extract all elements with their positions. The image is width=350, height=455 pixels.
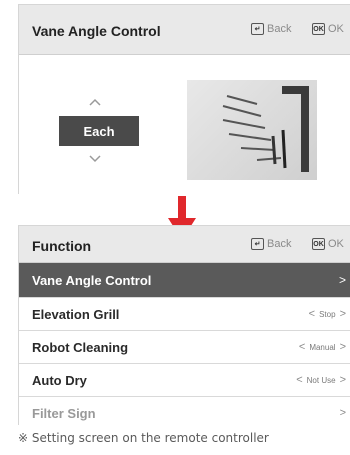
function-menu-list: Vane Angle Control > Elevation Grill < S… (19, 263, 350, 425)
menu-item-value: Stop (319, 309, 336, 319)
chevron-left-icon[interactable]: < (309, 308, 315, 320)
chevron-right-icon[interactable]: > (340, 308, 346, 320)
menu-item-value-group: < Not Use > (296, 374, 346, 386)
footnote-caption: ※ Setting screen on the remote controlle… (18, 431, 269, 445)
chevron-right-icon[interactable]: > (340, 374, 346, 386)
ok-label: OK (328, 23, 344, 35)
menu-item-label: Vane Angle Control (32, 272, 152, 288)
menu-item-auto-dry[interactable]: Auto Dry < Not Use > (19, 364, 350, 397)
menu-item-label: Elevation Grill (32, 306, 120, 322)
menu-item-label: Robot Cleaning (32, 339, 129, 355)
menu-item-value-group: < Manual > (299, 341, 346, 353)
chevron-right-icon: > (338, 273, 346, 287)
back-key-icon: ↵ (251, 23, 264, 35)
menu-item-robot-cleaning[interactable]: Robot Cleaning < Manual > (19, 331, 350, 364)
menu-item-value: Not Use (306, 375, 336, 385)
ok-label: OK (328, 238, 344, 250)
screen-header: Function ↵ Back OK OK (19, 226, 350, 263)
vane-selector[interactable]: Each (59, 116, 139, 146)
chevron-left-icon[interactable]: < (299, 341, 305, 353)
vane-angle-control-screen: Vane Angle Control ↵ Back OK OK Each (18, 4, 350, 194)
screen-header: Vane Angle Control ↵ Back OK OK (19, 5, 350, 55)
screen-title: Function (32, 238, 92, 254)
menu-item-value-group: > (340, 407, 346, 419)
ok-button[interactable]: OK OK (312, 238, 344, 250)
back-button[interactable]: ↵ Back (251, 23, 291, 35)
chevron-left-icon[interactable]: < (296, 374, 302, 386)
vane-illustration (187, 80, 317, 180)
menu-item-value: Manual (309, 342, 336, 352)
menu-item-value-group: < Stop > (309, 308, 346, 320)
function-menu-screen: Function ↵ Back OK OK Vane Angle Control… (18, 225, 350, 425)
screen-title: Vane Angle Control (32, 23, 161, 39)
back-label: Back (267, 238, 292, 250)
chevron-right-icon[interactable]: > (340, 407, 346, 419)
back-label: Back (267, 23, 292, 35)
ok-button[interactable]: OK OK (312, 23, 344, 35)
menu-item-label: Filter Sign (32, 405, 96, 421)
menu-item-vane-angle-control[interactable]: Vane Angle Control > (19, 263, 350, 298)
chevron-right-icon[interactable]: > (340, 341, 346, 353)
back-key-icon: ↵ (251, 238, 264, 250)
chevron-down-icon[interactable] (89, 152, 101, 166)
chevron-up-icon[interactable] (89, 95, 101, 109)
ok-key-icon: OK (312, 23, 325, 35)
back-button[interactable]: ↵ Back (251, 238, 291, 250)
menu-item-filter-sign[interactable]: Filter Sign > (19, 397, 350, 425)
menu-item-elevation-grill[interactable]: Elevation Grill < Stop > (19, 298, 350, 331)
menu-item-label: Auto Dry (32, 372, 87, 388)
ok-key-icon: OK (312, 238, 325, 250)
